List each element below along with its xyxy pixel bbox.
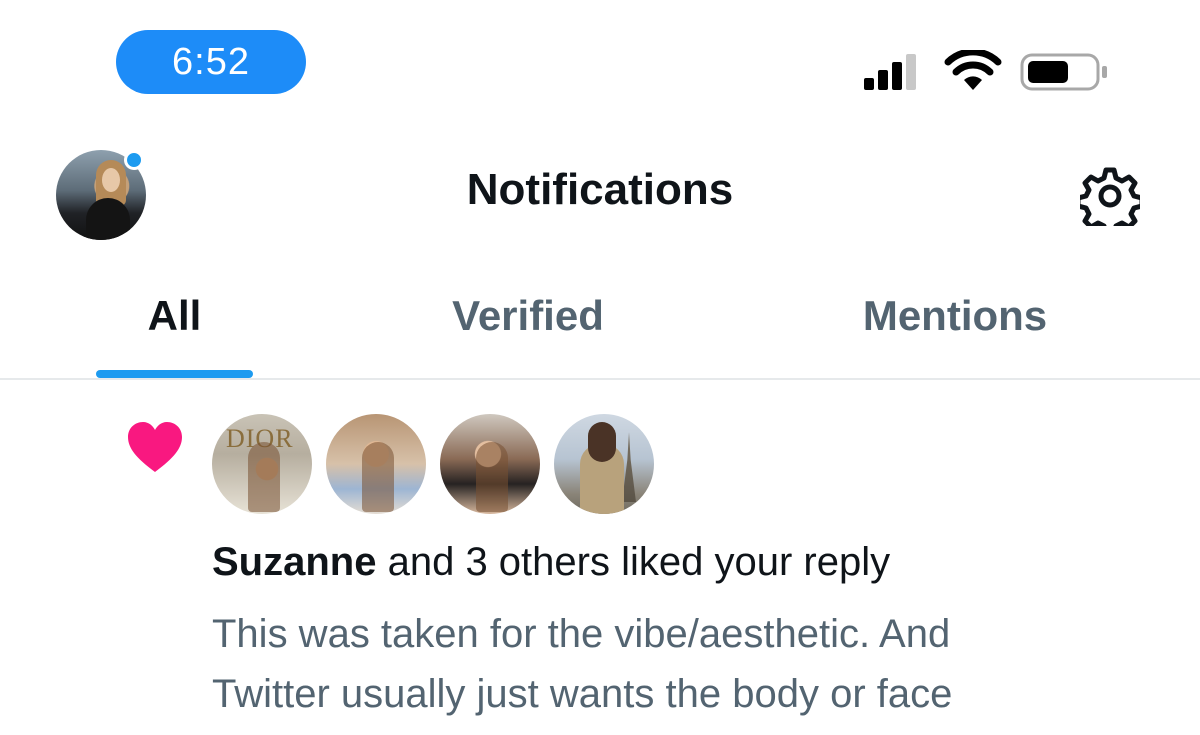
battery-icon xyxy=(1020,53,1107,91)
heart-icon xyxy=(128,422,182,472)
liker-avatar-1[interactable]: DIOR xyxy=(210,412,314,516)
tab-all[interactable]: All xyxy=(96,292,253,340)
page-title: Notifications xyxy=(466,165,734,214)
reply-preview-line: This was taken for the vibe/aesthetic. A… xyxy=(212,612,951,656)
avatar-figure xyxy=(248,442,280,512)
avatar-figure xyxy=(476,442,508,512)
tab-verified[interactable]: Verified xyxy=(428,292,628,340)
avatar-tower xyxy=(622,432,636,502)
liker-avatar-3[interactable] xyxy=(438,412,542,516)
liker-avatar-2[interactable] xyxy=(324,412,428,516)
reply-preview-line: Twitter usually just wants the body or f… xyxy=(212,672,953,716)
reply-preview[interactable]: This was taken for the vibe/aesthetic. A… xyxy=(212,604,1112,724)
gear-icon[interactable] xyxy=(1080,166,1140,226)
notification-text: Suzanne and 3 others liked your reply xyxy=(212,540,890,585)
active-tab-indicator xyxy=(96,370,253,378)
cellular-signal-icon xyxy=(864,52,924,90)
tab-mentions[interactable]: Mentions xyxy=(840,292,1070,340)
wifi-icon xyxy=(944,50,1002,90)
status-bar-time: 6:52 xyxy=(116,30,306,94)
tabs-divider xyxy=(0,378,1200,380)
avatar-figure xyxy=(362,442,394,512)
notification-action: and 3 others liked your reply xyxy=(376,540,891,584)
liker-avatar-4[interactable] xyxy=(552,412,656,516)
notification-actor[interactable]: Suzanne xyxy=(212,540,376,584)
avatar-hair xyxy=(588,422,616,462)
